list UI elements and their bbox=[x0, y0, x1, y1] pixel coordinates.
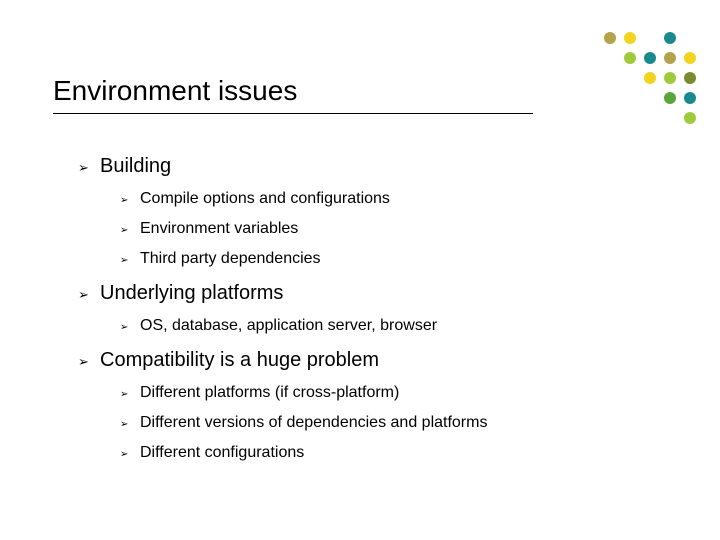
list-item: ➢ Building bbox=[78, 155, 680, 178]
slide-body: ➢ Building ➢ Compile options and configu… bbox=[78, 155, 680, 462]
list-item-label: Building bbox=[100, 155, 171, 178]
title-rule bbox=[53, 113, 533, 114]
bullet-icon: ➢ bbox=[120, 389, 140, 400]
list-subitem-label: Different versions of dependencies and p… bbox=[140, 414, 487, 432]
bullet-icon: ➢ bbox=[78, 160, 100, 176]
bullet-icon: ➢ bbox=[120, 419, 140, 430]
list-item: ➢ Compatibility is a huge problem bbox=[78, 349, 680, 372]
list-subitem: ➢ Compile options and configurations bbox=[120, 190, 680, 208]
list-item: ➢ Underlying platforms bbox=[78, 282, 680, 305]
list-subitem-label: Different platforms (if cross-platform) bbox=[140, 384, 399, 402]
list-subitem-label: Different configurations bbox=[140, 444, 304, 462]
list-item-label: Compatibility is a huge problem bbox=[100, 349, 379, 372]
bullet-icon: ➢ bbox=[120, 449, 140, 460]
list-subitem-label: Environment variables bbox=[140, 220, 298, 238]
list-subitem-label: Compile options and configurations bbox=[140, 190, 390, 208]
bullet-icon: ➢ bbox=[120, 195, 140, 206]
list-subitem-label: OS, database, application server, browse… bbox=[140, 317, 437, 335]
bullet-icon: ➢ bbox=[120, 322, 140, 333]
bullet-icon: ➢ bbox=[120, 225, 140, 236]
bullet-icon: ➢ bbox=[120, 255, 140, 266]
bullet-icon: ➢ bbox=[78, 354, 100, 370]
list-subitem: ➢ Different platforms (if cross-platform… bbox=[120, 384, 680, 402]
list-subitem: ➢ Different versions of dependencies and… bbox=[120, 414, 680, 432]
list-subitem-label: Third party dependencies bbox=[140, 250, 321, 268]
bullet-icon: ➢ bbox=[78, 287, 100, 303]
title-area: Environment issues bbox=[53, 75, 667, 114]
slide-title: Environment issues bbox=[53, 75, 667, 113]
list-subitem: ➢ OS, database, application server, brow… bbox=[120, 317, 680, 335]
list-subitem: ➢ Different configurations bbox=[120, 444, 680, 462]
list-subitem: ➢ Third party dependencies bbox=[120, 250, 680, 268]
list-subitem: ➢ Environment variables bbox=[120, 220, 680, 238]
list-item-label: Underlying platforms bbox=[100, 282, 283, 305]
